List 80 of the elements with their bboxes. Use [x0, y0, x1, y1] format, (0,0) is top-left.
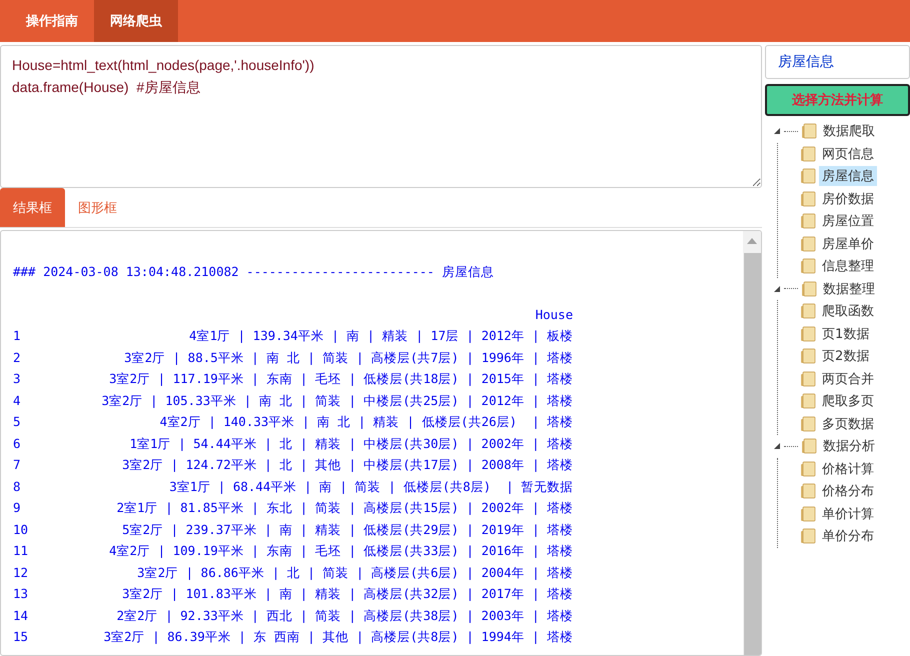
row-index: 4 [13, 392, 22, 410]
tree-item[interactable]: 爬取函数 [819, 301, 877, 322]
nav-tab[interactable]: 网络爬虫 [94, 0, 178, 42]
tree-item[interactable]: 房价数据 [819, 188, 877, 209]
output-header: ### 2024-03-08 13:04:48.210082 ------------------------- 房屋信息 [13, 263, 495, 281]
folder-icon [800, 370, 816, 387]
row-index: 7 [13, 456, 22, 474]
folder-icon [800, 258, 816, 274]
row-index: 2 [13, 348, 22, 366]
row-text: 3室2厅 | 88.5平米 | 南 北 | 简装 | 高楼层(共7层) | 1996年 | 塔楼 [123, 348, 573, 367]
row-index: 3 [13, 370, 22, 388]
tree-node[interactable]: 数据爬取 [820, 121, 878, 142]
row-index: 14 [13, 606, 30, 624]
tree-item[interactable]: 页1数据 [819, 324, 872, 344]
output-tab[interactable]: 结果框 [0, 188, 65, 227]
row-index: 10 [13, 520, 30, 538]
nav-tab[interactable]: 操作指南 [10, 0, 94, 42]
row-text: 3室2厅 | 117.19平米 | 东南 | 毛坯 | 低楼层(共18层) | 2015年 | 塔楼 [108, 370, 573, 388]
folder-icon [801, 438, 817, 454]
folder-icon [800, 528, 816, 544]
scrollbar[interactable] [743, 231, 761, 655]
row-text: 4室2厅 | 140.33平米 | 南 北 | 精装 | 低楼层(共26层) | 塔楼 [158, 413, 573, 431]
tree-item[interactable]: 价格计算 [819, 458, 877, 479]
tree-item[interactable]: 信息整理 [819, 256, 877, 276]
row-text: 2室2厅 | 92.33平米 | 西北 | 简装 | 高楼层(共38层) | 2003年 | 塔楼 [116, 606, 573, 625]
tree-item[interactable]: 网页信息 [819, 144, 877, 164]
row-index: 8 [13, 478, 22, 496]
row-text: 2室1厅 | 81.85平米 | 东北 | 简装 | 高楼层(共15层) | 2002年 | 塔楼 [116, 499, 573, 517]
folder-icon [800, 460, 816, 477]
expand-toggle-icon[interactable] [773, 127, 781, 136]
folder-icon [800, 213, 816, 230]
row-index: 15 [13, 628, 30, 646]
folder-icon [800, 168, 816, 184]
tree-item[interactable]: 单价分布 [819, 526, 877, 546]
tree-item[interactable]: 价格分布 [819, 481, 877, 502]
row-index: 9 [13, 499, 22, 517]
tree-item[interactable]: 房屋信息 [819, 166, 877, 186]
row-text: 1室1厅 | 54.44平米 | 北 | 精装 | 中楼层(共30层) | 2002年 | 塔楼 [128, 434, 573, 453]
row-text: 3室2厅 | 86.86平米 | 北 | 简装 | 高楼层(共6层) | 2004年 | 塔楼 [136, 564, 573, 582]
row-index: 1 [13, 327, 22, 345]
expand-toggle-icon[interactable] [773, 442, 781, 450]
row-text: 4室1厅 | 139.34平米 | 南 | 精装 | 17层 | 2012年 | 板楼 [188, 327, 573, 345]
code-editor[interactable]: House=html_text(html_nodes(page,'.houseInfo')) data.frame(House) #房屋信息 [0, 45, 762, 188]
row-text: 3室1厅 | 68.44平米 | 南 | 简装 | 低楼层(共8层) | 暂无数据 [168, 478, 573, 496]
expand-toggle-icon[interactable] [773, 284, 781, 293]
tree-node[interactable]: 数据分析 [820, 436, 878, 456]
column-header: House [535, 306, 573, 324]
row-text: 4室2厅 | 109.19平米 | 东南 | 毛坯 | 低楼层(共33层) | 2016年 | 塔楼 [108, 542, 573, 560]
row-text: 3室2厅 | 105.33平米 | 南 北 | 简装 | 中楼层(共25层) | 2012年 | 塔楼 [100, 392, 573, 410]
row-index: 12 [13, 564, 30, 582]
folder-icon [800, 146, 816, 162]
tree-item[interactable]: 单价计算 [819, 504, 877, 524]
folder-icon [800, 393, 816, 410]
row-index: 5 [13, 413, 22, 431]
folder-icon [800, 348, 816, 364]
folder-icon [800, 483, 816, 500]
folder-icon [801, 123, 817, 140]
row-index: 13 [13, 585, 30, 603]
tree-item[interactable]: 两页合并 [819, 368, 877, 389]
row-text: 3室2厅 | 124.72平米 | 北 | 其他 | 中楼层(共17层) | 2008年 | 塔楼 [121, 456, 573, 474]
row-text: 5室2厅 | 239.37平米 | 南 | 精装 | 低楼层(共29层) | 2019年 | 塔楼 [121, 520, 573, 539]
row-index: 11 [13, 542, 30, 560]
row-text: 3室2厅 | 101.83平米 | 南 | 精装 | 高楼层(共32层) | 2017年 | 塔楼 [121, 585, 573, 603]
folder-icon [801, 280, 817, 297]
row-text: 3室2厅 | 86.39平米 | 东 西南 | 其他 | 高楼层(共8层) | 1994年 | 塔楼 [102, 628, 573, 646]
tree-item[interactable]: 房屋位置 [819, 211, 877, 232]
panel-title[interactable]: 房屋信息 [765, 45, 910, 79]
tree-item[interactable]: 爬取多页 [819, 391, 877, 412]
tree-item[interactable]: 多页数据 [819, 414, 877, 434]
folder-icon [800, 416, 816, 432]
tree-item[interactable]: 房屋单价 [819, 234, 877, 254]
output-tab[interactable]: 图形框 [65, 188, 130, 227]
tree-item[interactable]: 页2数据 [819, 346, 872, 366]
tree-node[interactable]: 数据整理 [820, 278, 878, 299]
folder-icon [800, 303, 816, 320]
folder-icon [800, 326, 816, 342]
folder-icon [800, 190, 816, 207]
folder-icon [800, 236, 816, 252]
folder-icon [800, 506, 816, 522]
row-index: 6 [13, 434, 22, 452]
